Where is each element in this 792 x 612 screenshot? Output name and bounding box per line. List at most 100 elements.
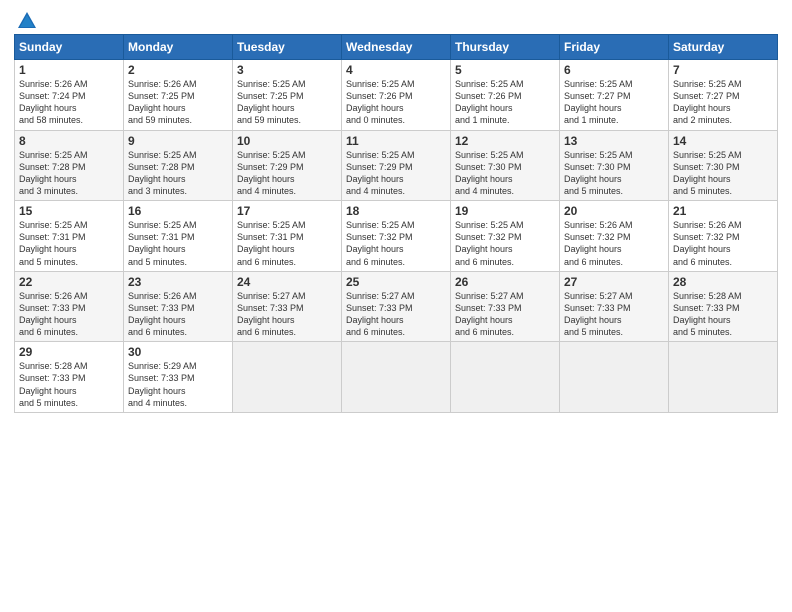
day-number: 14 [673,134,773,148]
day-number: 9 [128,134,228,148]
calendar-cell: 18Sunrise: 5:25 AMSunset: 7:32 PMDayligh… [342,201,451,272]
calendar-cell [669,342,778,413]
day-number: 6 [564,63,664,77]
calendar-week-row: 22 Sunrise: 5:26 AMSunset: 7:33 PMDayligh… [15,271,778,342]
day-number: 13 [564,134,664,148]
weekday-header-row: SundayMondayTuesdayWednesdayThursdayFrid… [15,35,778,60]
calendar-cell: 4Sunrise: 5:25 AMSunset: 7:26 PMDaylight… [342,60,451,131]
calendar-cell: 7Sunrise: 5:25 AMSunset: 7:27 PMDaylight… [669,60,778,131]
header [14,10,778,28]
day-number: 18 [346,204,446,218]
day-number: 22 [19,275,119,289]
day-number: 21 [673,204,773,218]
day-number: 16 [128,204,228,218]
calendar-cell: 29Sunrise: 5:28 AMSunset: 7:33 PMDayligh… [15,342,124,413]
day-info: Sunrise: 5:26 AMSunset: 7:24 PMDaylight … [19,78,119,127]
day-info: Sunrise: 5:25 AMSunset: 7:31 PMDaylight … [19,219,119,268]
calendar-cell: 20Sunrise: 5:26 AMSunset: 7:32 PMDayligh… [560,201,669,272]
day-info: Sunrise: 5:25 AMSunset: 7:26 PMDaylight … [346,78,446,127]
day-info: Sunrise: 5:26 AMSunset: 7:32 PMDaylight … [673,219,773,268]
day-info: Sunrise: 5:25 AMSunset: 7:31 PMDaylight … [128,219,228,268]
calendar-cell: 23Sunrise: 5:26 AMSunset: 7:33 PMDayligh… [124,271,233,342]
day-number: 23 [128,275,228,289]
day-info: Sunrise: 5:27 AMSunset: 7:33 PMDaylight … [237,290,337,339]
day-info: Sunrise: 5:25 AMSunset: 7:32 PMDaylight … [455,219,555,268]
page: SundayMondayTuesdayWednesdayThursdayFrid… [0,0,792,612]
calendar-week-row: 8Sunrise: 5:25 AMSunset: 7:28 PMDaylight… [15,130,778,201]
day-info: Sunrise: 5:28 AMSunset: 7:33 PMDaylight … [19,360,119,409]
calendar-cell: 6Sunrise: 5:25 AMSunset: 7:27 PMDaylight… [560,60,669,131]
calendar-cell: 17Sunrise: 5:25 AMSunset: 7:31 PMDayligh… [233,201,342,272]
day-info: Sunrise: 5:25 AMSunset: 7:31 PMDaylight … [237,219,337,268]
day-number: 26 [455,275,555,289]
day-number: 17 [237,204,337,218]
calendar-cell: 16Sunrise: 5:25 AMSunset: 7:31 PMDayligh… [124,201,233,272]
calendar-week-row: 1Sunrise: 5:26 AMSunset: 7:24 PMDaylight… [15,60,778,131]
calendar-cell: 12Sunrise: 5:25 AMSunset: 7:30 PMDayligh… [451,130,560,201]
day-info: Sunrise: 5:27 AMSunset: 7:33 PMDaylight … [346,290,446,339]
day-info: Sunrise: 5:29 AMSunset: 7:33 PMDaylight … [128,360,228,409]
day-number: 29 [19,345,119,359]
day-info: Sunrise: 5:25 AMSunset: 7:28 PMDaylight … [128,149,228,198]
logo [14,10,38,28]
day-info: Sunrise: 5:25 AMSunset: 7:30 PMDaylight … [673,149,773,198]
calendar-cell: 13Sunrise: 5:25 AMSunset: 7:30 PMDayligh… [560,130,669,201]
calendar-cell: 24Sunrise: 5:27 AMSunset: 7:33 PMDayligh… [233,271,342,342]
day-info: Sunrise: 5:25 AMSunset: 7:28 PMDaylight … [19,149,119,198]
day-number: 3 [237,63,337,77]
calendar-cell [451,342,560,413]
day-number: 15 [19,204,119,218]
calendar-cell: 11Sunrise: 5:25 AMSunset: 7:29 PMDayligh… [342,130,451,201]
calendar-cell: 19Sunrise: 5:25 AMSunset: 7:32 PMDayligh… [451,201,560,272]
day-number: 25 [346,275,446,289]
day-number: 12 [455,134,555,148]
day-info: Sunrise: 5:25 AMSunset: 7:29 PMDaylight … [346,149,446,198]
calendar-table: SundayMondayTuesdayWednesdayThursdayFrid… [14,34,778,413]
day-info: Sunrise: 5:25 AMSunset: 7:26 PMDaylight … [455,78,555,127]
weekday-header-wednesday: Wednesday [342,35,451,60]
day-info: Sunrise: 5:25 AMSunset: 7:30 PMDaylight … [564,149,664,198]
day-number: 5 [455,63,555,77]
calendar-cell: 30Sunrise: 5:29 AMSunset: 7:33 PMDayligh… [124,342,233,413]
day-info: Sunrise: 5:26 AMSunset: 7:25 PMDaylight … [128,78,228,127]
calendar-week-row: 29Sunrise: 5:28 AMSunset: 7:33 PMDayligh… [15,342,778,413]
day-info: Sunrise: 5:26 AMSunset: 7:32 PMDaylight … [564,219,664,268]
weekday-header-friday: Friday [560,35,669,60]
day-number: 27 [564,275,664,289]
day-info: Sunrise: 5:25 AMSunset: 7:27 PMDaylight … [564,78,664,127]
day-info: Sunrise: 5:25 AMSunset: 7:32 PMDaylight … [346,219,446,268]
day-info: Sunrise: 5:26 AMSunset: 7:33 PMDaylight … [128,290,228,339]
day-number: 30 [128,345,228,359]
weekday-header-thursday: Thursday [451,35,560,60]
day-info: Sunrise: 5:27 AMSunset: 7:33 PMDaylight … [455,290,555,339]
calendar-cell: 10Sunrise: 5:25 AMSunset: 7:29 PMDayligh… [233,130,342,201]
day-number: 20 [564,204,664,218]
day-number: 24 [237,275,337,289]
weekday-header-sunday: Sunday [15,35,124,60]
logo-icon [16,10,38,32]
calendar-cell: 22Sunrise: 5:26 AMSunset: 7:33 PMDayligh… [15,271,124,342]
day-number: 4 [346,63,446,77]
day-number: 2 [128,63,228,77]
calendar-cell: 2Sunrise: 5:26 AMSunset: 7:25 PMDaylight… [124,60,233,131]
calendar-cell [342,342,451,413]
weekday-header-monday: Monday [124,35,233,60]
day-info: Sunrise: 5:25 AMSunset: 7:29 PMDaylight … [237,149,337,198]
calendar-cell: 8Sunrise: 5:25 AMSunset: 7:28 PMDaylight… [15,130,124,201]
calendar-cell: 5Sunrise: 5:25 AMSunset: 7:26 PMDaylight… [451,60,560,131]
weekday-header-saturday: Saturday [669,35,778,60]
day-info: Sunrise: 5:25 AMSunset: 7:27 PMDaylight … [673,78,773,127]
day-number: 1 [19,63,119,77]
calendar-cell: 14Sunrise: 5:25 AMSunset: 7:30 PMDayligh… [669,130,778,201]
calendar-cell: 25Sunrise: 5:27 AMSunset: 7:33 PMDayligh… [342,271,451,342]
day-info: Sunrise: 5:27 AMSunset: 7:33 PMDaylight … [564,290,664,339]
calendar-cell: 3Sunrise: 5:25 AMSunset: 7:25 PMDaylight… [233,60,342,131]
day-info: Sunrise: 5:28 AMSunset: 7:33 PMDaylight … [673,290,773,339]
calendar-cell: 28Sunrise: 5:28 AMSunset: 7:33 PMDayligh… [669,271,778,342]
day-number: 19 [455,204,555,218]
weekday-header-tuesday: Tuesday [233,35,342,60]
calendar-cell: 27Sunrise: 5:27 AMSunset: 7:33 PMDayligh… [560,271,669,342]
day-number: 11 [346,134,446,148]
calendar-cell [560,342,669,413]
calendar-cell: 15Sunrise: 5:25 AMSunset: 7:31 PMDayligh… [15,201,124,272]
